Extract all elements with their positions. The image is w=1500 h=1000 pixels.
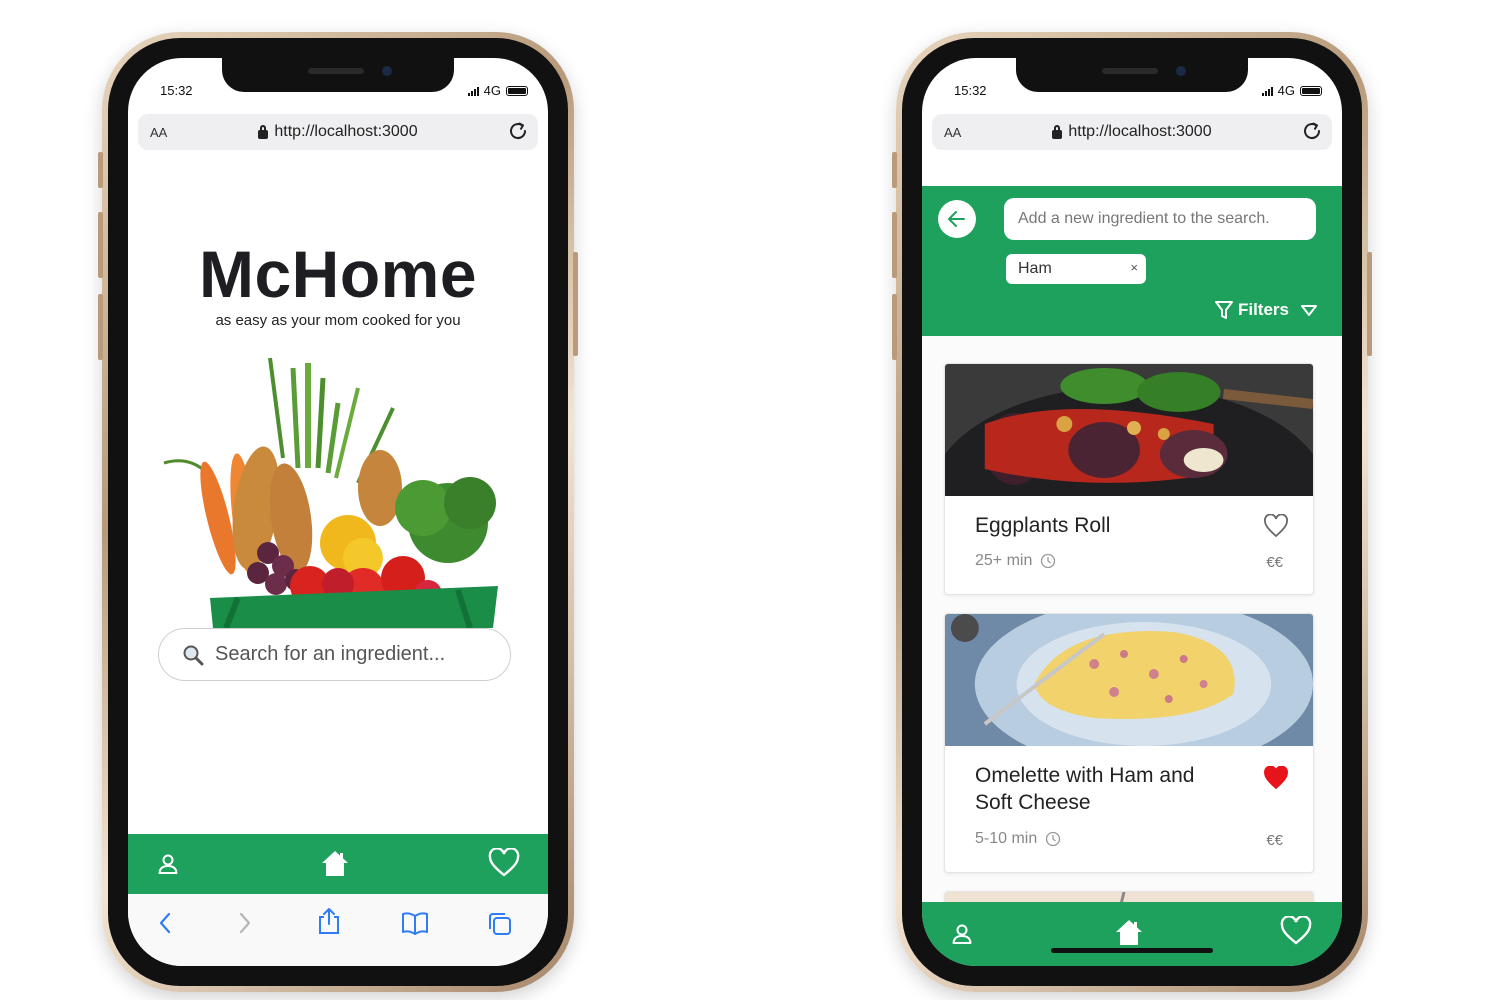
home-screen: 15:32 4G AA http://localhost:3000 McHome… bbox=[128, 58, 548, 966]
network-label: 4G bbox=[1277, 83, 1295, 98]
recipe-time-label: 5-10 min bbox=[975, 830, 1038, 847]
url-text: http://localhost:3000 bbox=[274, 123, 418, 140]
book-icon[interactable] bbox=[400, 910, 430, 936]
address-bar[interactable]: AA http://localhost:3000 bbox=[932, 114, 1332, 150]
filters-toggle[interactable]: Filters bbox=[1214, 300, 1318, 320]
results-screen: 15:32 4G AA http://localhost:3000 Add a … bbox=[922, 58, 1342, 966]
user-icon[interactable] bbox=[950, 922, 974, 946]
chip-remove-button[interactable]: × bbox=[1130, 260, 1138, 275]
url-display[interactable]: http://localhost:3000 bbox=[1052, 123, 1212, 141]
share-icon[interactable] bbox=[316, 906, 342, 936]
ingredient-search-input[interactable]: Search for an ingredient... bbox=[158, 628, 511, 681]
chevron-down-icon bbox=[1301, 305, 1317, 316]
recipe-list: Eggplants Roll 25+ min €€ Omelette with … bbox=[922, 336, 1342, 902]
home-indicator[interactable] bbox=[1051, 948, 1213, 953]
phone-side-button bbox=[892, 152, 897, 188]
heart-icon[interactable] bbox=[1280, 916, 1312, 946]
recipe-price: €€ bbox=[1266, 832, 1283, 849]
funnel-icon bbox=[1214, 301, 1233, 319]
recipe-time: 5-10 min bbox=[975, 830, 1061, 848]
lock-icon bbox=[1052, 124, 1063, 139]
recipe-time-label: 25+ min bbox=[975, 552, 1033, 569]
recipe-card[interactable] bbox=[944, 891, 1314, 902]
heart-icon[interactable] bbox=[1263, 514, 1289, 538]
user-icon[interactable] bbox=[156, 852, 180, 876]
reload-icon[interactable] bbox=[1300, 119, 1324, 143]
ingredient-chip: Ham × bbox=[1006, 254, 1146, 284]
heart-icon[interactable] bbox=[488, 848, 520, 878]
bottom-nav bbox=[128, 834, 548, 894]
recipe-price: €€ bbox=[1266, 554, 1283, 571]
text-size-button[interactable]: AA bbox=[150, 125, 167, 140]
magnifier-icon bbox=[183, 645, 204, 665]
filters-label: Filters bbox=[1237, 300, 1289, 319]
lock-icon bbox=[258, 124, 269, 139]
address-bar[interactable]: AA http://localhost:3000 bbox=[138, 114, 538, 150]
notch bbox=[1016, 58, 1248, 92]
reload-icon[interactable] bbox=[506, 119, 530, 143]
phone-bezel: 15:32 4G AA http://localhost:3000 Add a … bbox=[902, 38, 1362, 986]
chip-label: Ham bbox=[1018, 260, 1052, 277]
notch bbox=[222, 58, 454, 92]
text-size-button[interactable]: AA bbox=[944, 125, 961, 140]
recipe-title: Eggplants Roll bbox=[975, 514, 1111, 537]
home-icon[interactable] bbox=[320, 849, 350, 877]
status-time: 15:32 bbox=[954, 83, 987, 98]
phone-volume-up bbox=[892, 212, 897, 278]
signal-icon bbox=[467, 86, 479, 96]
recipe-image bbox=[945, 892, 1313, 902]
brand-tagline: as easy as your mom cooked for you bbox=[215, 312, 461, 329]
heart-icon[interactable] bbox=[1263, 766, 1289, 790]
signal-icon bbox=[1261, 86, 1273, 96]
grocery-bag-illustration bbox=[163, 357, 498, 628]
network-label: 4G bbox=[483, 83, 501, 98]
phone-volume-up bbox=[98, 212, 103, 278]
url-display[interactable]: http://localhost:3000 bbox=[258, 123, 418, 141]
back-button[interactable] bbox=[938, 200, 976, 238]
add-ingredient-input[interactable]: Add a new ingredient to the search. bbox=[1004, 198, 1316, 240]
home-icon[interactable] bbox=[1114, 918, 1144, 946]
recipe-title: Omelette with Ham and Soft Cheese bbox=[975, 764, 1195, 814]
phone-volume-down bbox=[892, 294, 897, 360]
tabs-icon[interactable] bbox=[486, 910, 514, 938]
bottom-nav bbox=[922, 902, 1342, 966]
phone-results: 15:32 4G AA http://localhost:3000 Add a … bbox=[892, 32, 1372, 992]
recipe-image bbox=[945, 614, 1313, 770]
battery-icon bbox=[506, 85, 528, 96]
clock-icon bbox=[1046, 831, 1061, 847]
recipe-image bbox=[945, 364, 1313, 594]
recipe-time: 25+ min bbox=[975, 552, 1056, 570]
status-indicators: 4G bbox=[467, 83, 528, 98]
phone-home: 15:32 4G AA http://localhost:3000 McHome… bbox=[98, 32, 578, 992]
phone-side-button bbox=[98, 152, 103, 188]
recipe-card[interactable]: Eggplants Roll 25+ min €€ bbox=[944, 363, 1314, 595]
chevron-left-icon[interactable] bbox=[154, 910, 178, 936]
safari-toolbar bbox=[128, 894, 548, 966]
phone-bezel: 15:32 4G AA http://localhost:3000 McHome… bbox=[108, 38, 568, 986]
brand-title: McHome bbox=[198, 237, 478, 311]
chevron-right-icon[interactable] bbox=[232, 910, 256, 936]
search-header: Add a new ingredient to the search. Ham … bbox=[922, 186, 1342, 336]
battery-icon bbox=[1300, 85, 1322, 96]
phone-power-button bbox=[573, 252, 578, 356]
recipe-card[interactable]: Omelette with Ham and Soft Cheese 5-10 m… bbox=[944, 613, 1314, 873]
search-placeholder: Search for an ingredient... bbox=[215, 643, 446, 665]
phone-power-button bbox=[1367, 252, 1372, 356]
arrow-left-icon bbox=[948, 211, 965, 227]
url-text: http://localhost:3000 bbox=[1068, 123, 1212, 140]
status-indicators: 4G bbox=[1261, 83, 1322, 98]
phone-volume-down bbox=[98, 294, 103, 360]
clock-icon bbox=[1041, 553, 1056, 569]
status-time: 15:32 bbox=[160, 83, 193, 98]
